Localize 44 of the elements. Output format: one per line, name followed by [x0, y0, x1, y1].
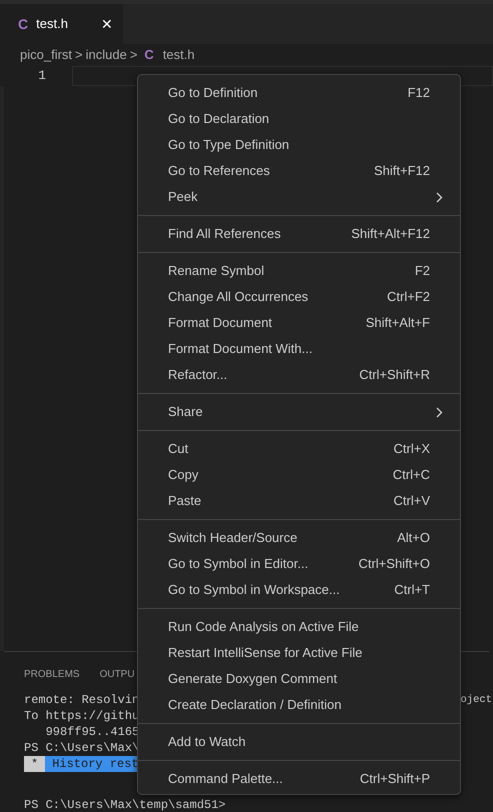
panel-tab[interactable]: OUTPU	[100, 666, 135, 682]
menu-item[interactable]: Change All Occurrences Ctrl+F2	[138, 284, 460, 310]
menu-item[interactable]: Go to Definition F12	[138, 80, 460, 106]
tab-title: test.h	[36, 15, 68, 34]
breadcrumb-separator: >	[130, 46, 138, 64]
terminal-line: To https://githu	[24, 708, 140, 724]
terminal-line: oject	[460, 693, 492, 708]
menu-item[interactable]: Peek	[138, 184, 460, 210]
menu-item[interactable]: Share	[138, 399, 460, 425]
terminal-marker: *	[24, 756, 46, 772]
chevron-right-icon	[436, 406, 443, 418]
menu-item[interactable]: Go to Symbol in Workspace... Ctrl+T	[138, 577, 460, 603]
terminal-line: remote: Resolvin	[24, 692, 140, 708]
menu-item[interactable]: Create Declaration / Definition	[138, 692, 460, 718]
menu-item[interactable]: Format Document With...	[138, 336, 460, 362]
terminal-line: PS C:\Users\Max\temp\samd51>	[24, 799, 226, 812]
breadcrumb-item[interactable]: include	[86, 45, 127, 65]
breadcrumb-item[interactable]: pico_first	[20, 45, 72, 65]
c-file-icon: C	[18, 14, 28, 34]
c-file-icon: C	[144, 45, 154, 65]
menu-item[interactable]: Rename Symbol F2	[138, 258, 460, 284]
menu-item[interactable]: Refactor... Ctrl+Shift+R	[138, 362, 460, 388]
menu-item[interactable]: Paste Ctrl+V	[138, 488, 460, 514]
breadcrumb-separator: >	[75, 46, 83, 64]
chevron-right-icon	[436, 192, 443, 202]
menu-item[interactable]: Cut Ctrl+X	[138, 436, 460, 462]
menu-item[interactable]: Generate Doxygen Comment	[138, 666, 460, 692]
menu-item[interactable]: Copy Ctrl+C	[138, 462, 460, 488]
menu-item[interactable]: Find All References Shift+Alt+F12	[138, 221, 460, 247]
editor-tab[interactable]: C test.h ✕	[0, 4, 123, 44]
menu-item[interactable]: Restart IntelliSense for Active File	[138, 640, 460, 666]
menu-item[interactable]: Go to References Shift+F12	[138, 158, 460, 184]
panel-tab[interactable]: PROBLEMS	[24, 666, 80, 682]
menu-item[interactable]: Format Document Shift+Alt+F	[138, 310, 460, 336]
breadcrumb-item[interactable]: test.h	[162, 45, 195, 65]
menu-item[interactable]: Go to Type Definition	[138, 132, 460, 158]
terminal-line: PS C:\Users\Max\	[24, 740, 140, 756]
terminal-line: 998ff95..4165	[44, 724, 140, 740]
menu-item[interactable]: Run Code Analysis on Active File	[138, 614, 460, 640]
menu-item[interactable]: Go to Symbol in Editor... Ctrl+Shift+O	[138, 551, 460, 577]
menu-item[interactable]: Switch Header/Source Alt+O	[138, 525, 460, 551]
menu-item[interactable]: Add to Watch	[138, 729, 460, 755]
menu-item[interactable]: Go to Declaration	[138, 106, 460, 132]
line-number: 1	[37, 67, 46, 86]
